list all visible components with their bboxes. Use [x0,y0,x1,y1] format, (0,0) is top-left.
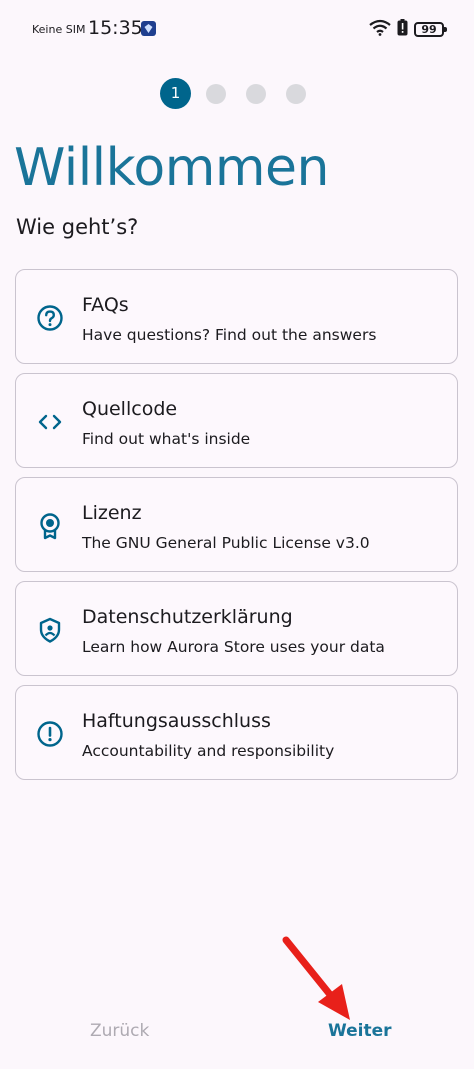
battery-saver-icon [397,19,408,40]
annotation-arrow-icon [278,932,358,1026]
card-description: Have questions? Find out the answers [82,326,377,344]
code-icon [36,408,64,436]
help-circle-icon [36,304,64,332]
step-indicator-3 [246,83,266,104]
card-description: The GNU General Public License v3.0 [82,534,370,552]
status-time: 15:35 [88,17,143,39]
onboarding-stepper: 1 [160,78,311,109]
card-description: Find out what's inside [82,430,251,448]
step-indicator-2 [206,83,226,104]
card-description: Learn how Aurora Store uses your data [82,638,385,656]
source-code-card[interactable]: Quellcode Find out what's inside [15,373,458,468]
card-title: Datenschutzerklärung [82,606,293,628]
page-title: Willkommen [14,138,329,198]
battery-indicator: 99 [414,22,447,37]
license-badge-icon [36,512,64,540]
info-card-list: FAQs Have questions? Find out the answer… [15,269,458,789]
card-title: FAQs [82,294,129,316]
disclaimer-card[interactable]: Haftungsausschluss Accountability and re… [15,685,458,780]
card-title: Haftungsausschluss [82,710,271,732]
card-title: Quellcode [82,398,178,420]
alert-circle-icon [36,720,64,748]
card-description: Accountability and responsibility [82,742,335,760]
privacy-shield-icon [36,616,64,644]
step-indicator-current: 1 [160,78,191,109]
faq-card[interactable]: FAQs Have questions? Find out the answer… [15,269,458,364]
carrier-label: Keine SIM [32,23,86,36]
app-notification-icon [141,21,156,36]
next-button[interactable]: Weiter [328,1021,392,1041]
privacy-policy-card[interactable]: Datenschutzerklärung Learn how Aurora St… [15,581,458,676]
wifi-icon [369,19,391,40]
status-indicators: 99 [369,19,447,40]
license-card[interactable]: Lizenz The GNU General Public License v3… [15,477,458,572]
page-subtitle: Wie geht’s? [16,215,139,239]
card-title: Lizenz [82,502,142,524]
step-indicator-4 [286,83,306,104]
back-button[interactable]: Zurück [90,1021,149,1041]
status-bar: Keine SIM 15:35 99 [0,0,474,58]
